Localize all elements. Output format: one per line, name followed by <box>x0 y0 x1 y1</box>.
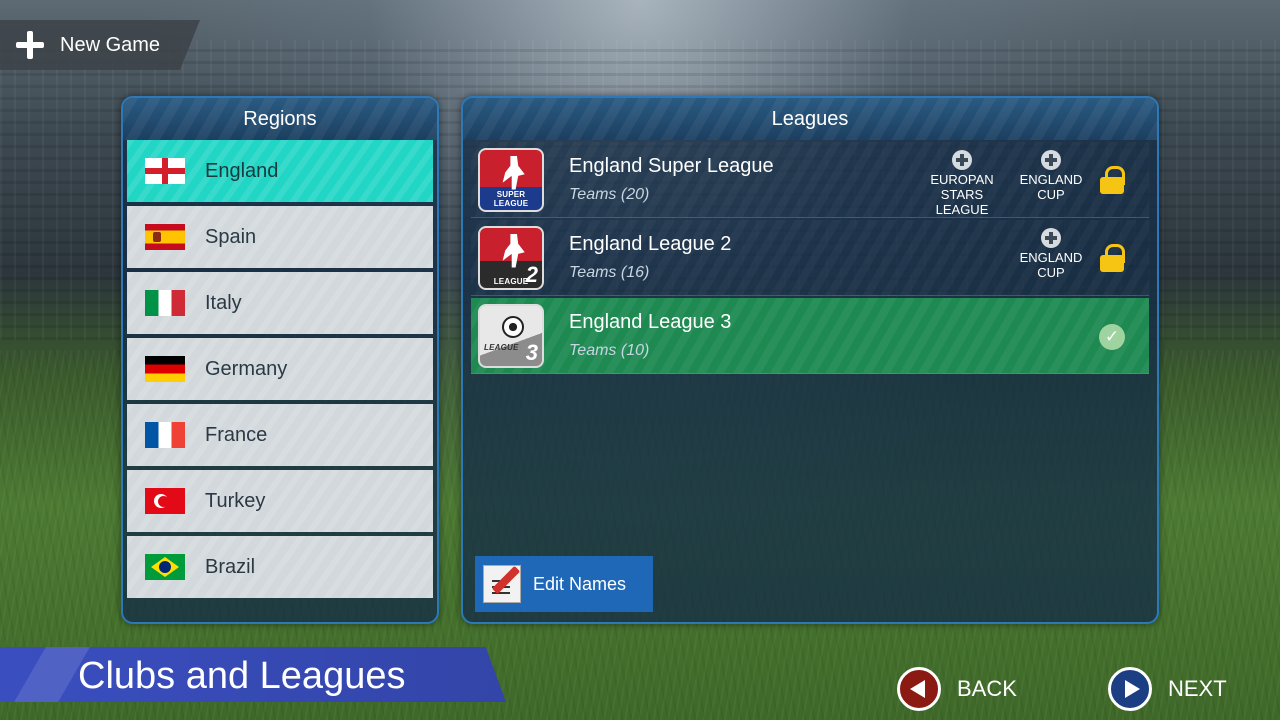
league-name: England League 2 <box>569 233 732 255</box>
england-flag-icon <box>145 158 185 184</box>
league-teams: Teams (20) <box>569 186 650 203</box>
next-arrow-icon <box>1108 667 1152 711</box>
league-teams: Teams (16) <box>569 264 650 281</box>
player-silhouette-icon <box>502 155 525 190</box>
new-game-label: New Game <box>60 33 161 56</box>
player-silhouette-icon <box>502 233 525 268</box>
next-button[interactable]: NEXT <box>1108 666 1227 712</box>
edit-names-button[interactable]: Edit Names <box>475 556 653 612</box>
cup-europan-stars-league[interactable]: EUROPAN STARS LEAGUE <box>922 150 1002 217</box>
logo-number: 3 <box>525 339 538 365</box>
new-game-button[interactable]: New Game <box>0 20 200 70</box>
league-info: England League 3 Teams (10) <box>569 311 731 360</box>
region-item-brazil[interactable]: Brazil <box>127 536 433 598</box>
leagues-title: Leagues <box>463 98 1157 140</box>
league-info: England League 2 Teams (16) <box>569 233 731 282</box>
cup-label: ENGLAND CUP <box>1019 250 1083 280</box>
screen-title-banner: Clubs and Leagues <box>0 647 506 702</box>
region-item-turkey[interactable]: Turkey <box>127 470 433 532</box>
region-label: Brazil <box>205 555 256 578</box>
lock-icon <box>1100 166 1125 194</box>
region-item-germany[interactable]: Germany <box>127 338 433 400</box>
italy-flag-icon <box>145 290 185 316</box>
edit-names-label: Edit Names <box>533 573 627 594</box>
cup-england-cup[interactable]: ENGLAND CUP <box>1011 228 1091 280</box>
brazil-flag-icon <box>145 554 185 580</box>
plus-icon <box>16 31 44 59</box>
regions-title: Regions <box>123 98 437 140</box>
region-list: England Spain Italy Germany France Turke… <box>123 140 437 598</box>
spain-flag-icon <box>145 224 185 250</box>
region-label: Spain <box>205 225 257 248</box>
leagues-panel: Leagues SUPER LEAGUE England Super Leagu… <box>461 96 1159 624</box>
checkmark-icon: ✓ <box>1099 324 1125 350</box>
league-name: England League 3 <box>569 311 732 333</box>
add-cup-icon <box>1041 228 1061 248</box>
cup-england-cup[interactable]: ENGLAND CUP <box>1011 150 1091 202</box>
region-label: France <box>205 423 268 446</box>
screen-title: Clubs and Leagues <box>78 655 406 697</box>
soccer-ball-icon <box>502 315 524 338</box>
logo-number: 2 <box>525 261 538 287</box>
league-item-league-3[interactable]: LEAGUE 3 England League 3 Teams (10) ✓ <box>471 298 1149 374</box>
germany-flag-icon <box>145 356 185 382</box>
cup-label: EUROPAN STARS LEAGUE <box>930 172 994 217</box>
region-label: Italy <box>205 291 242 314</box>
region-item-england[interactable]: England <box>127 140 433 202</box>
add-cup-icon <box>952 150 972 170</box>
region-item-italy[interactable]: Italy <box>127 272 433 334</box>
league-teams: Teams (10) <box>569 342 650 359</box>
region-label: Turkey <box>205 489 266 512</box>
region-label: England <box>205 159 279 182</box>
next-label: NEXT <box>1168 676 1227 701</box>
league-2-logo-icon: LEAGUE 2 <box>478 225 544 290</box>
league-item-super-league[interactable]: SUPER LEAGUE England Super League Teams … <box>471 142 1149 218</box>
league-name: England Super League <box>569 155 774 177</box>
turkey-flag-icon <box>145 488 185 514</box>
region-label: Germany <box>205 357 288 380</box>
league-list: SUPER LEAGUE England Super League Teams … <box>463 140 1157 374</box>
super-league-logo-icon: SUPER LEAGUE <box>478 147 544 212</box>
region-item-spain[interactable]: Spain <box>127 206 433 268</box>
lock-icon <box>1100 244 1125 272</box>
regions-panel: Regions England Spain Italy Germany Fran… <box>121 96 439 624</box>
back-button[interactable]: BACK <box>897 666 1017 712</box>
region-item-france[interactable]: France <box>127 404 433 466</box>
back-arrow-icon <box>897 667 941 711</box>
cup-label: ENGLAND CUP <box>1019 172 1083 202</box>
league-3-logo-icon: LEAGUE 3 <box>478 303 544 368</box>
league-item-league-2[interactable]: LEAGUE 2 England League 2 Teams (16) ENG… <box>471 220 1149 296</box>
logo-text: SUPER LEAGUE <box>493 189 529 208</box>
add-cup-icon <box>1041 150 1061 170</box>
back-label: BACK <box>957 676 1017 701</box>
pencil-icon <box>483 565 521 603</box>
france-flag-icon <box>145 422 185 448</box>
league-info: England Super League Teams (20) <box>569 155 774 204</box>
